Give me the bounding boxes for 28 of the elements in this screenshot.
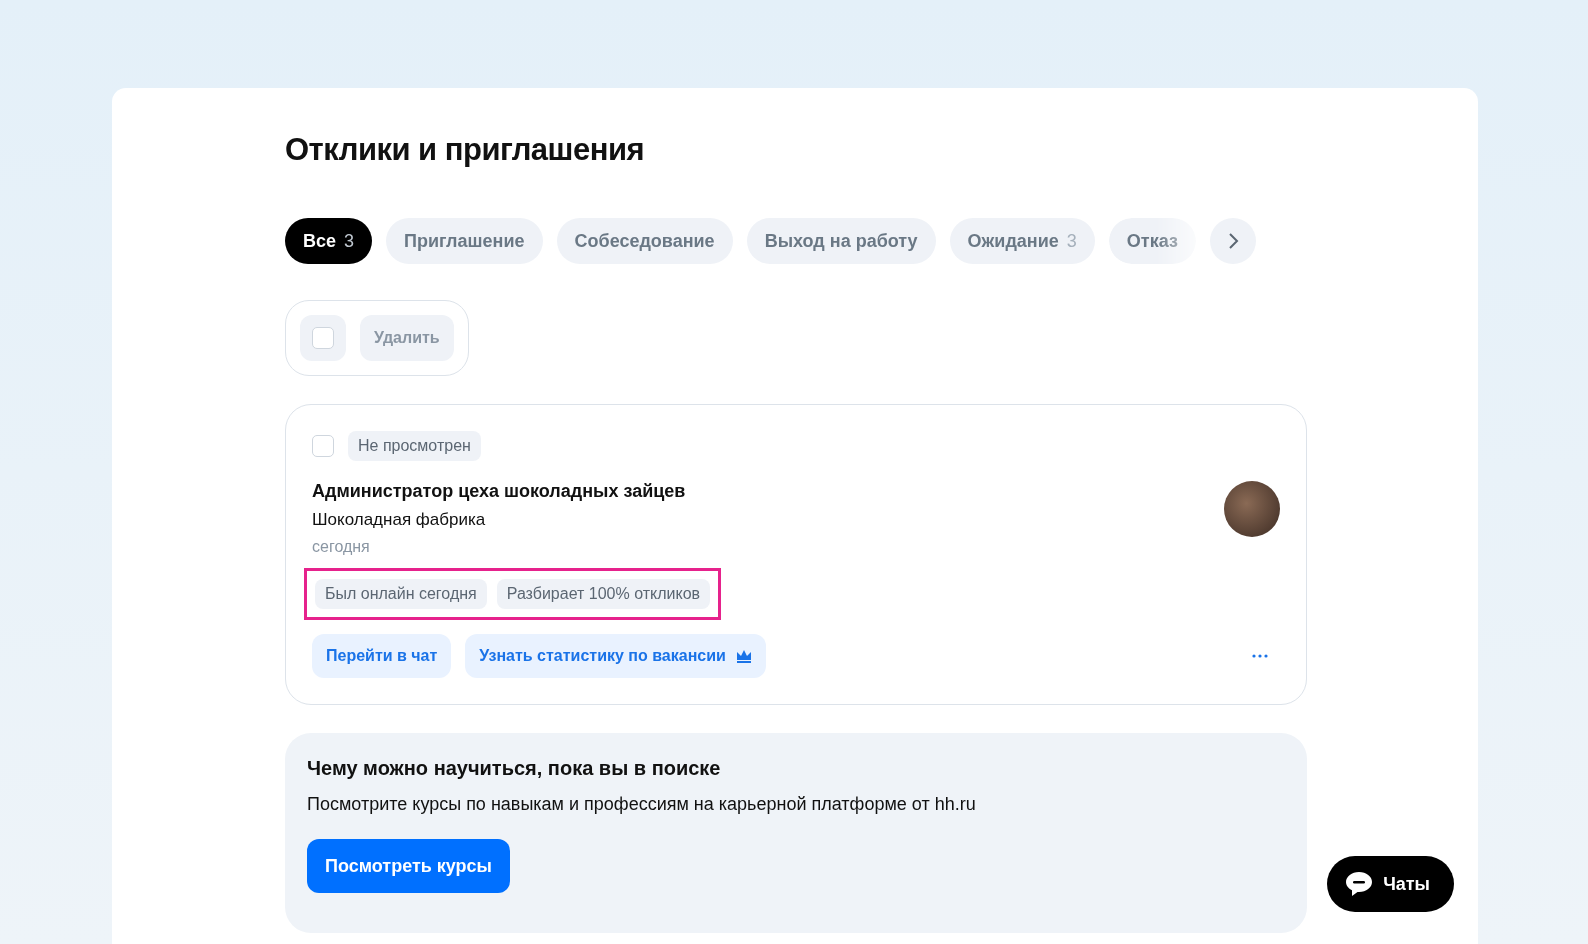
filter-tab[interactable]: Все 3 [285, 218, 373, 264]
response-date: сегодня [312, 538, 371, 556]
chats-button[interactable]: Чаты [1327, 856, 1454, 912]
company-logo-placeholder [1224, 481, 1280, 537]
chat-bubble-icon [1345, 871, 1374, 897]
tab-count: 3 [344, 230, 355, 252]
filter-tab[interactable]: Отказ [1108, 218, 1196, 264]
more-icon [1252, 654, 1268, 658]
response-checkbox[interactable] [312, 435, 334, 457]
info-tag: Был онлайн сегодня [315, 579, 487, 609]
delete-button[interactable]: Удалить [360, 315, 454, 361]
page-title: Отклики и приглашения [285, 132, 646, 168]
filter-tab[interactable]: Выход на работу [746, 218, 936, 264]
filter-tab[interactable]: Собеседование [556, 218, 733, 264]
status-badge: Не просмотрен [348, 431, 481, 461]
company-name[interactable]: Шоколадная фабрика [312, 510, 686, 530]
tab-count: 3 [1066, 230, 1077, 252]
select-all-checkbox[interactable] [312, 327, 334, 349]
action-button[interactable]: Узнать статистику по вакансии [465, 634, 766, 678]
courses-button[interactable]: Посмотреть курсы [307, 839, 510, 893]
promo-title: Чему можно научиться, пока вы в поиске [307, 757, 722, 780]
filter-tab[interactable]: Ожидание 3 [949, 218, 1095, 264]
info-tag: Разбирает 100% откликов [496, 579, 711, 609]
promo-text: Посмотрите курсы по навыкам и профессиям на карьерной платформе от hh.ru [307, 794, 977, 815]
vacancy-title[interactable]: Администратор цеха шоколадных зайцев [312, 481, 686, 502]
next-button[interactable] [1209, 218, 1256, 264]
action-button[interactable]: Перейти в чат [312, 634, 452, 678]
filter-tab[interactable]: Приглашение [386, 218, 543, 264]
